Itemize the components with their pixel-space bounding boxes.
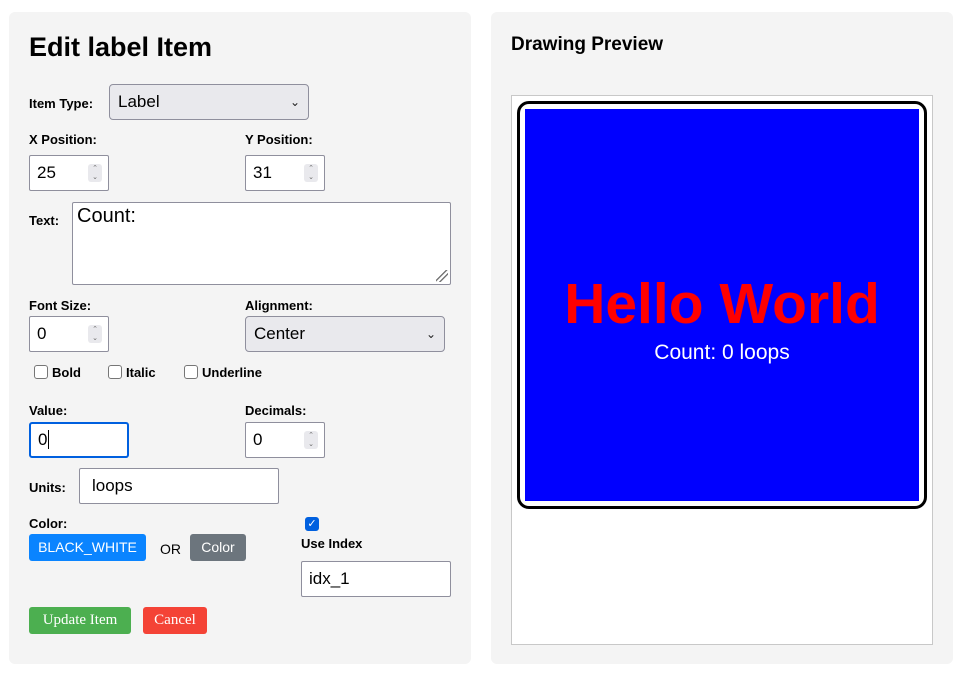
preview-canvas: Hello World Count: 0 loops — [511, 95, 933, 645]
spinner-icon[interactable]: ⌃ ⌄ — [88, 164, 102, 182]
x-position-input[interactable]: 25 ⌃ ⌄ — [29, 155, 109, 191]
decimals-value: 0 — [253, 430, 263, 449]
bold-checkbox[interactable] — [34, 365, 48, 379]
x-position-value: 25 — [37, 163, 56, 182]
black-white-button[interactable]: BLACK_WHITE — [29, 534, 146, 561]
color-label: Color: — [29, 516, 68, 531]
italic-checkbox[interactable] — [108, 365, 122, 379]
spinner-icon[interactable]: ⌃ ⌄ — [88, 325, 102, 343]
alignment-select[interactable]: Center ⌄ — [245, 316, 445, 352]
item-type-value: Label — [118, 92, 160, 111]
display-frame: Hello World Count: 0 loops — [517, 101, 927, 509]
y-position-value: 31 — [253, 163, 272, 182]
italic-label: Italic — [126, 365, 156, 380]
update-item-button[interactable]: Update Item — [29, 607, 131, 634]
units-input[interactable]: loops — [79, 468, 279, 504]
chevron-down-icon: ⌄ — [289, 95, 300, 109]
units-label: Units: — [29, 480, 66, 495]
spinner-icon[interactable]: ⌃ ⌄ — [304, 431, 318, 449]
decimals-input[interactable]: 0 ⌃ ⌄ — [245, 422, 325, 458]
underline-label: Underline — [202, 365, 262, 380]
index-value: idx_1 — [309, 569, 350, 588]
value-value: 0 — [38, 430, 48, 449]
count-label-text: Count: 0 loops — [654, 341, 790, 364]
drawing-preview-panel: Drawing Preview Hello World Count: 0 loo… — [491, 12, 953, 664]
y-position-input[interactable]: 31 ⌃ ⌄ — [245, 155, 325, 191]
alignment-value: Center — [254, 324, 306, 343]
decimals-label: Decimals: — [245, 403, 307, 418]
use-index-checkbox[interactable]: ✓ — [305, 517, 319, 531]
font-size-label: Font Size: — [29, 298, 92, 313]
edit-item-panel: Edit label Item Item Type: Label ⌄ X Pos… — [9, 12, 471, 664]
index-input[interactable]: idx_1 — [301, 561, 451, 597]
display-screen: Hello World Count: 0 loops — [525, 109, 919, 501]
bold-label: Bold — [52, 365, 81, 380]
x-position-label: X Position: — [29, 132, 97, 147]
item-type-select[interactable]: Label ⌄ — [109, 84, 309, 120]
alignment-label: Alignment: — [245, 298, 313, 313]
spinner-icon[interactable]: ⌃ ⌄ — [304, 164, 318, 182]
font-size-value: 0 — [37, 324, 47, 343]
text-value: Count: — [77, 205, 136, 227]
text-label: Text: — [29, 213, 60, 228]
color-picker-button[interactable]: Color — [190, 534, 246, 561]
hello-world-text: Hello World — [564, 272, 880, 336]
preview-title: Drawing Preview — [511, 34, 664, 55]
page-title: Edit label Item — [29, 32, 213, 62]
use-index-label: Use Index — [301, 536, 363, 551]
item-type-label: Item Type: — [29, 96, 94, 111]
cancel-button[interactable]: Cancel — [143, 607, 207, 634]
font-size-input[interactable]: 0 ⌃ ⌄ — [29, 316, 109, 352]
chevron-down-icon: ⌄ — [425, 327, 436, 341]
resize-grip-icon[interactable] — [436, 270, 448, 282]
y-position-label: Y Position: — [245, 132, 313, 147]
underline-checkbox[interactable] — [184, 365, 198, 379]
units-value: loops — [92, 476, 133, 495]
or-text: OR — [160, 541, 181, 557]
value-input[interactable]: 0 — [29, 422, 129, 458]
value-label: Value: — [29, 403, 68, 418]
text-textarea[interactable]: Count: — [72, 202, 451, 285]
